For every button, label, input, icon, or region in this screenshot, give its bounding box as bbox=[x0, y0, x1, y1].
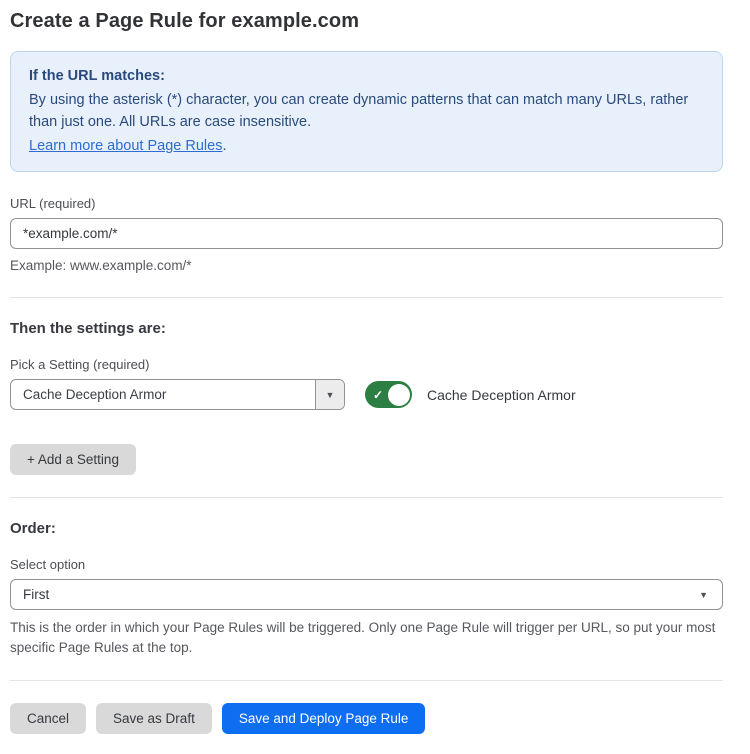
setting-picker-select[interactable]: Cache Deception Armor ▼ bbox=[10, 379, 345, 410]
order-section-heading: Order: bbox=[10, 520, 723, 537]
setting-row: Cache Deception Armor ▼ ✓ Cache Deceptio… bbox=[10, 379, 723, 410]
url-input[interactable] bbox=[10, 218, 723, 249]
info-panel-body: By using the asterisk (*) character, you… bbox=[29, 89, 704, 133]
create-page-rule-form: Create a Page Rule for example.com If th… bbox=[0, 0, 750, 754]
save-and-deploy-button[interactable]: Save and Deploy Page Rule bbox=[222, 703, 426, 734]
page-title: Create a Page Rule for example.com bbox=[10, 10, 723, 33]
url-field-label: URL (required) bbox=[10, 196, 723, 211]
link-suffix: . bbox=[222, 138, 226, 154]
url-match-info-panel: If the URL matches: By using the asteris… bbox=[10, 51, 723, 172]
setting-picker-label: Pick a Setting (required) bbox=[10, 357, 723, 372]
setting-toggle-label: Cache Deception Armor bbox=[427, 387, 576, 403]
check-icon: ✓ bbox=[373, 389, 383, 401]
order-helper-text: This is the order in which your Page Rul… bbox=[10, 618, 723, 658]
cancel-button[interactable]: Cancel bbox=[10, 703, 86, 734]
cache-deception-armor-toggle[interactable]: ✓ bbox=[365, 381, 412, 408]
setting-picker-value: Cache Deception Armor bbox=[11, 380, 315, 409]
save-as-draft-button[interactable]: Save as Draft bbox=[96, 703, 212, 734]
order-select-value: First bbox=[23, 587, 49, 602]
toggle-knob bbox=[388, 384, 410, 406]
divider bbox=[10, 680, 723, 681]
url-field-group: URL (required) Example: www.example.com/… bbox=[10, 196, 723, 275]
settings-section-heading: Then the settings are: bbox=[10, 320, 723, 337]
url-field-helper: Example: www.example.com/* bbox=[10, 256, 723, 275]
order-select[interactable]: First ▼ bbox=[10, 579, 723, 610]
chevron-down-icon: ▼ bbox=[699, 590, 708, 600]
info-panel-heading: If the URL matches: bbox=[29, 65, 704, 87]
info-panel-link-line: Learn more about Page Rules. bbox=[29, 135, 704, 157]
chevron-down-icon: ▼ bbox=[326, 390, 335, 400]
setting-toggle-group: ✓ Cache Deception Armor bbox=[365, 381, 576, 408]
add-setting-button[interactable]: + Add a Setting bbox=[10, 444, 136, 475]
footer-actions: Cancel Save as Draft Save and Deploy Pag… bbox=[10, 703, 723, 734]
setting-picker-arrow-button[interactable]: ▼ bbox=[315, 380, 344, 409]
divider bbox=[10, 497, 723, 498]
learn-more-link[interactable]: Learn more about Page Rules bbox=[29, 138, 222, 154]
divider bbox=[10, 297, 723, 298]
order-select-label: Select option bbox=[10, 557, 723, 572]
